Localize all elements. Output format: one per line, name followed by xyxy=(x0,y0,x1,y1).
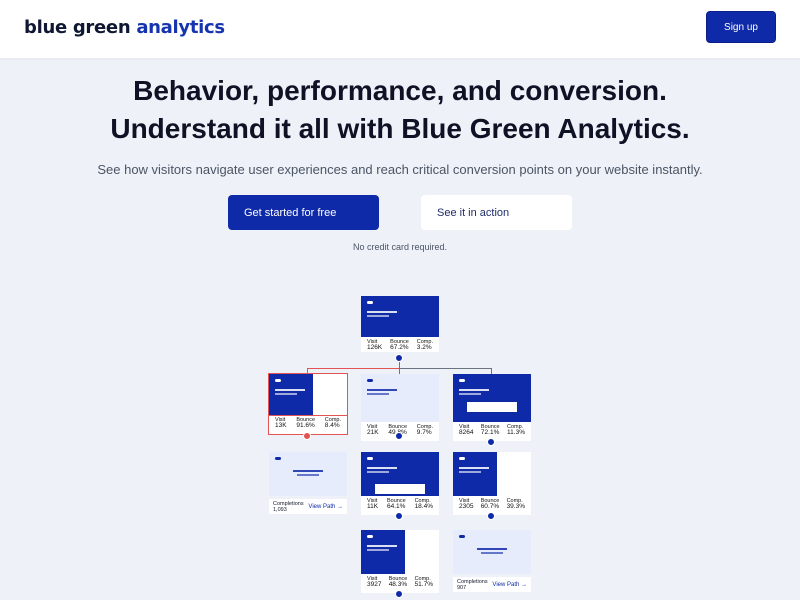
node-expand-dot[interactable] xyxy=(303,432,311,440)
sign-up-button[interactable]: Sign up xyxy=(706,11,776,43)
completions-row: Completions 907 View Path → xyxy=(453,577,531,592)
flow-node-middle[interactable]: Visit21K Bounce49.8% Comp.9.7% xyxy=(361,374,439,441)
node-expand-dot[interactable] xyxy=(487,512,495,520)
node-expand-dot[interactable] xyxy=(395,590,403,598)
node-expand-dot[interactable] xyxy=(395,512,403,520)
flow-node-right[interactable]: Visit 8264 Bounce 72.1% Comp. 11.3% xyxy=(453,374,531,441)
brand-logo[interactable]: blue green analytics xyxy=(24,17,225,38)
node-expand-dot[interactable] xyxy=(395,432,403,440)
page-thumbnail xyxy=(361,296,439,337)
page-thumbnail xyxy=(268,373,348,416)
flow-node-left[interactable]: Visit 13K Bounce 91.6% Comp. 8.4% xyxy=(268,373,348,435)
see-it-in-action-button[interactable]: See it in action xyxy=(421,195,572,230)
connector-line-red xyxy=(307,368,399,369)
page-thumbnail xyxy=(453,374,531,422)
no-credit-card-note: No credit card required. xyxy=(352,242,448,252)
flow-node-right-2[interactable]: Visit 2305 Bounce 60.7% Comp. 39.3% xyxy=(453,452,531,515)
top-header: blue green analytics Sign up xyxy=(0,0,800,58)
page-thumbnail xyxy=(361,374,439,422)
flow-node-completion-left[interactable]: Completions 1,093 View Path → xyxy=(269,452,347,514)
page-headline: Behavior, performance, and conversion. U… xyxy=(0,72,800,148)
flow-node-completion-right[interactable]: Completions 907 View Path → xyxy=(453,530,531,592)
view-path-link[interactable]: View Path → xyxy=(492,582,527,588)
page-thumbnail xyxy=(453,530,531,574)
node-expand-dot[interactable] xyxy=(395,354,403,362)
logo-text: blue green xyxy=(24,17,137,38)
completions-row: Completions 1,093 View Path → xyxy=(269,499,347,514)
page-thumbnail xyxy=(453,452,531,496)
hero-subheadline: See how visitors navigate user experienc… xyxy=(97,162,703,177)
flow-node-middle-2[interactable]: Visit 11K Bounce 64.1% Comp. 18.4% xyxy=(361,452,439,515)
headline-line-1: Behavior, performance, and conversion. xyxy=(133,75,667,106)
arrow-right-icon: → xyxy=(337,503,343,510)
arrow-right-icon: → xyxy=(521,581,527,588)
page-thumbnail xyxy=(269,452,347,496)
flow-node-middle-3[interactable]: Visit 3927 Bounce 48.3% Comp. 51.7% xyxy=(361,530,439,593)
get-started-button[interactable]: Get started for free xyxy=(228,195,379,230)
flow-node-landing[interactable]: Visit 126K Bounce 67.2% Comp. 3.2% xyxy=(361,296,439,352)
headline-line-2: Understand it all with Blue Green Analyt… xyxy=(110,113,690,144)
node-stats: Visit 126K Bounce 67.2% Comp. 3.2% xyxy=(361,337,439,352)
view-path-link[interactable]: View Path → xyxy=(308,504,343,510)
connector-line xyxy=(399,368,491,369)
page-thumbnail xyxy=(361,530,439,574)
page-thumbnail xyxy=(361,452,439,496)
node-expand-dot[interactable] xyxy=(487,438,495,446)
logo-accent-text: analytics xyxy=(136,17,225,38)
